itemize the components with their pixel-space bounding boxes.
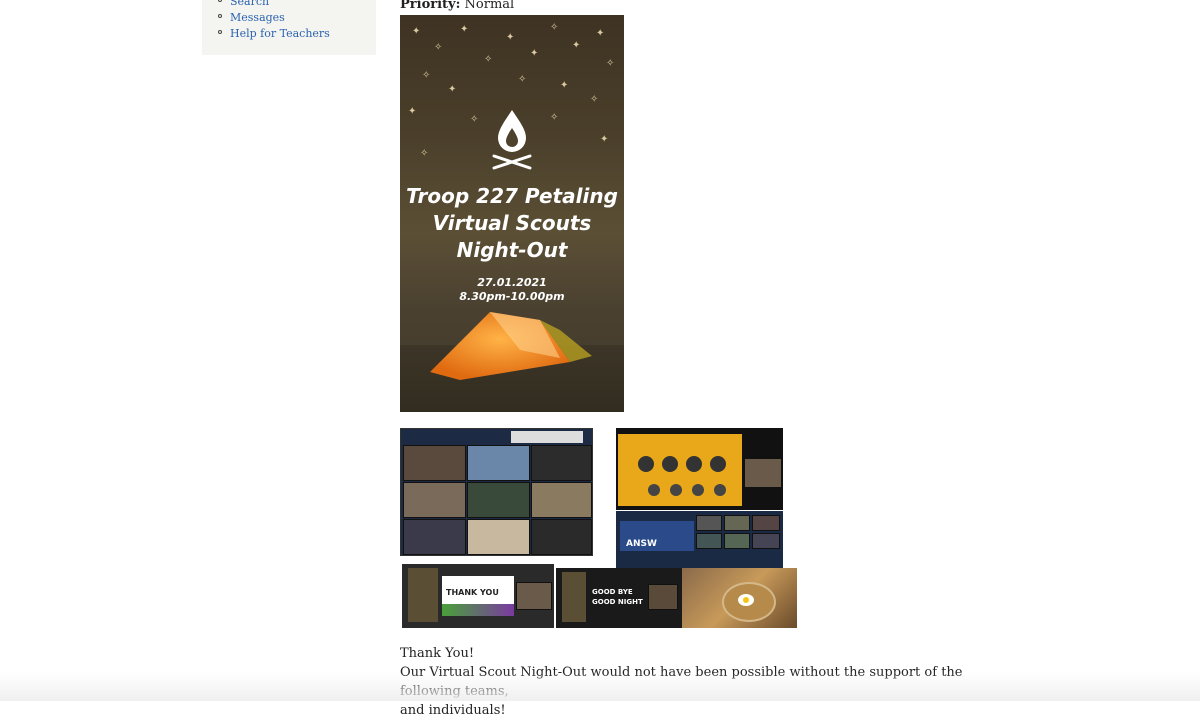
mini-poster bbox=[408, 568, 438, 622]
quiz-screen bbox=[616, 428, 783, 510]
quiz-board bbox=[618, 434, 742, 506]
sidebar-item-search[interactable]: Search bbox=[218, 0, 330, 8]
video-tile bbox=[724, 515, 750, 531]
video-tile bbox=[696, 515, 722, 531]
video-tile bbox=[752, 515, 780, 531]
cooking-photo bbox=[682, 568, 797, 628]
video-tile bbox=[403, 482, 466, 518]
video-tile bbox=[516, 582, 552, 610]
video-tile bbox=[467, 519, 530, 555]
video-tile bbox=[724, 533, 750, 549]
sidebar-item-help[interactable]: Help for Teachers bbox=[218, 24, 330, 40]
video-tile bbox=[696, 533, 722, 549]
video-call-grid-1 bbox=[400, 428, 593, 556]
video-tile bbox=[403, 445, 466, 481]
mini-poster bbox=[562, 572, 586, 622]
sidebar: Search Messages Help for Teachers bbox=[202, 0, 376, 55]
goodbye-line-2: GOOD NIGHT bbox=[592, 598, 643, 606]
tent-icon bbox=[430, 312, 592, 380]
goodbye-screen: GOOD BYE GOOD NIGHT bbox=[556, 568, 682, 628]
video-tile bbox=[752, 533, 780, 549]
priority-value: Normal bbox=[464, 0, 515, 12]
poster-title-line-1: Troop 227 Petaling bbox=[406, 184, 618, 208]
video-tile bbox=[531, 445, 592, 481]
poster-title-line-2: Virtual Scouts bbox=[432, 211, 592, 235]
poster-title-line-3: Night-Out bbox=[456, 238, 568, 262]
answer-screen: ANSW bbox=[616, 511, 783, 571]
video-tile bbox=[403, 519, 466, 555]
sidebar-item-messages[interactable]: Messages bbox=[218, 8, 330, 24]
video-tile bbox=[648, 584, 678, 610]
event-poster-image: ✦ ✧ ✦ ✧ ✦ ✦ ✧ ✦ ✦ ✧ ✧ ✦ ✧ ✦ ✧ ✦ ✧ ✧ ✦ ✧ Troop 227 … bbox=[400, 15, 624, 412]
thank-you-text: THANK YOU bbox=[446, 588, 499, 597]
thank-you-screen: THANK YOU bbox=[402, 564, 554, 628]
video-tile bbox=[531, 519, 592, 555]
call-toolbar bbox=[511, 431, 583, 443]
sidebar-menu: Search Messages Help for Teachers bbox=[218, 0, 330, 40]
sidebar-link-help-for-teachers[interactable]: Help for Teachers bbox=[230, 27, 330, 40]
goodbye-line-1: GOOD BYE bbox=[592, 588, 633, 596]
video-tile bbox=[531, 482, 592, 518]
poster-date: 27.01.2021 bbox=[477, 276, 547, 289]
priority-label: Priority: bbox=[400, 0, 461, 12]
campfire-icon bbox=[492, 110, 532, 170]
priority-line: Priority: Normal bbox=[400, 0, 514, 14]
thanks-heading: Thank You! bbox=[400, 646, 475, 661]
video-tile bbox=[467, 445, 530, 481]
thanks-paragraph-line-2: and individuals! bbox=[400, 703, 506, 718]
event-collage-image: ANSW THANK YOU GOOD BYE GOOD NIGHT bbox=[400, 428, 800, 628]
video-tile bbox=[467, 482, 530, 518]
sidebar-link-search[interactable]: Search bbox=[230, 0, 269, 8]
sidebar-link-messages[interactable]: Messages bbox=[230, 11, 285, 24]
bottom-fade bbox=[0, 672, 1200, 701]
answer-label: ANSW bbox=[626, 539, 657, 549]
video-tile bbox=[744, 458, 782, 488]
